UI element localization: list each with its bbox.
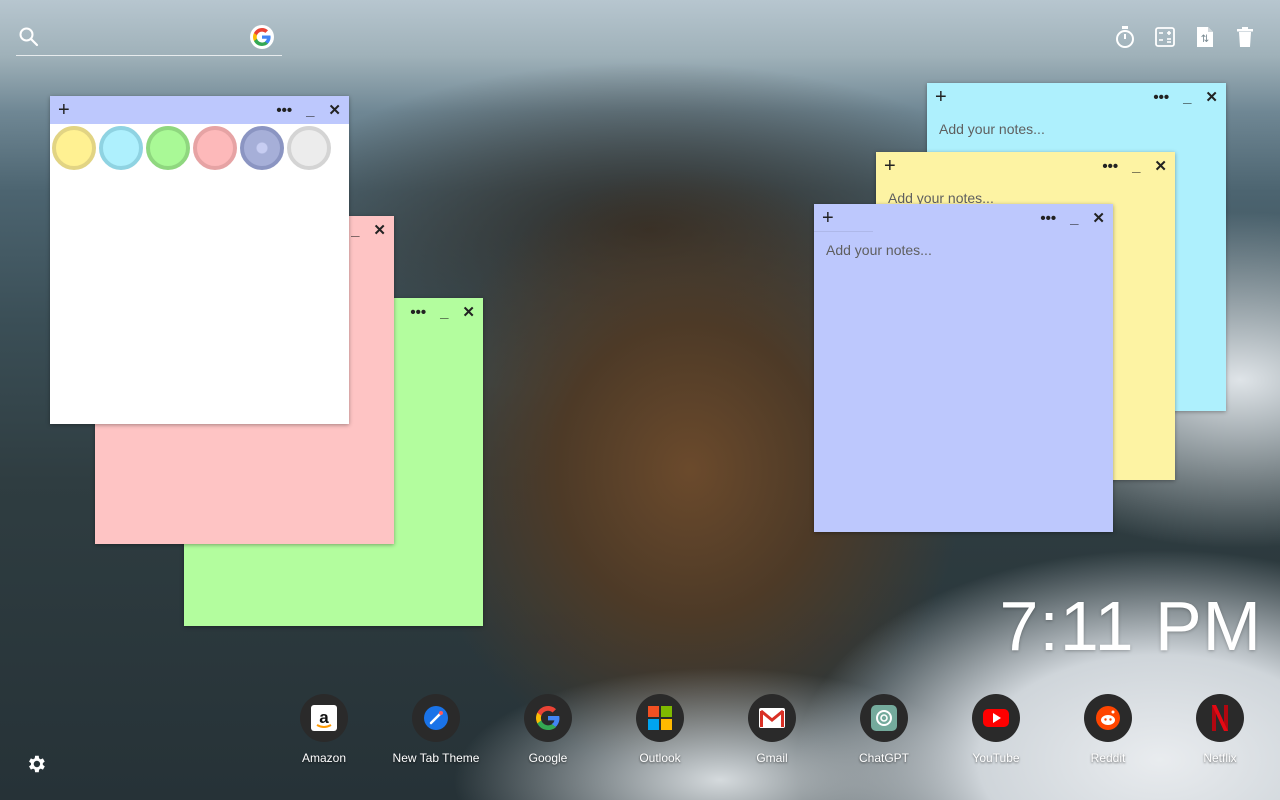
google-icon[interactable] <box>250 25 274 49</box>
color-swatch-green[interactable] <box>146 126 190 170</box>
note-toolbar: + ••• _ ✕ <box>876 152 1175 180</box>
shortcut-label: Netflix <box>1203 751 1237 765</box>
color-swatch-lavender[interactable] <box>240 126 284 170</box>
minimize-button[interactable]: _ <box>306 102 314 119</box>
close-button[interactable]: ✕ <box>373 221 386 239</box>
minimize-button[interactable]: _ <box>1070 210 1078 227</box>
amazon-icon: a <box>300 694 348 742</box>
add-note-button[interactable]: + <box>822 206 834 230</box>
settings-gear-icon[interactable] <box>25 753 47 780</box>
shortcut-label: Reddit <box>1090 751 1126 765</box>
shortcut-google[interactable]: Google <box>492 694 604 765</box>
close-button[interactable]: ✕ <box>462 303 475 321</box>
chatgpt-icon <box>860 694 908 742</box>
shortcut-label: Outlook <box>639 751 681 765</box>
clock: 7:11 PM <box>999 587 1262 665</box>
shortcut-youtube[interactable]: YouTube <box>940 694 1052 765</box>
document-icon[interactable]: ⇅ <box>1194 25 1216 49</box>
color-swatch-blue[interactable] <box>99 126 143 170</box>
outlook-icon <box>636 694 684 742</box>
shortcut-reddit[interactable]: Reddit <box>1052 694 1164 765</box>
shortcut-amazon[interactable]: a Amazon <box>268 694 380 765</box>
more-options-button[interactable]: ••• <box>1040 210 1056 227</box>
svg-text:⇅: ⇅ <box>1201 34 1209 45</box>
shortcut-chatgpt[interactable]: ChatGPT <box>828 694 940 765</box>
search-input[interactable] <box>46 24 250 52</box>
add-note-button[interactable]: + <box>935 85 947 109</box>
reddit-icon <box>1084 694 1132 742</box>
more-options-button[interactable]: ••• <box>1153 89 1169 106</box>
minimize-button[interactable]: _ <box>1132 158 1140 175</box>
google-icon <box>524 694 572 742</box>
close-button[interactable]: ✕ <box>328 101 341 119</box>
calculator-icon[interactable] <box>1154 25 1176 49</box>
sticky-note-white[interactable]: + ••• _ ✕ <box>50 96 349 424</box>
shortcut-label: Google <box>528 751 568 765</box>
sticky-note-lavender[interactable]: + ••• _ ✕ <box>814 204 1113 532</box>
youtube-icon <box>972 694 1020 742</box>
shortcut-new-tab-theme[interactable]: New Tab Theme <box>380 694 492 765</box>
svg-text:a: a <box>319 708 329 727</box>
color-swatch-pink[interactable] <box>193 126 237 170</box>
shortcut-label: ChatGPT <box>858 751 909 765</box>
trash-icon[interactable] <box>1234 25 1256 49</box>
note-toolbar: + ••• _ ✕ <box>814 204 1113 232</box>
color-picker <box>50 124 333 172</box>
color-swatch-yellow[interactable] <box>52 126 96 170</box>
netflix-icon <box>1196 694 1244 742</box>
new-tab-theme-icon <box>412 694 460 742</box>
color-swatch-white[interactable] <box>287 126 331 170</box>
note-textarea[interactable] <box>824 240 1103 522</box>
timer-icon[interactable] <box>1114 25 1136 49</box>
close-button[interactable]: ✕ <box>1205 88 1218 106</box>
search-icon <box>18 26 40 53</box>
note-toolbar: + ••• _ ✕ <box>927 83 1226 111</box>
minimize-button[interactable]: _ <box>1183 89 1191 106</box>
more-options-button[interactable]: ••• <box>276 102 292 119</box>
minimize-button[interactable]: _ <box>440 304 448 321</box>
note-toolbar: + ••• _ ✕ <box>50 96 349 124</box>
minimize-button[interactable]: _ <box>351 222 359 239</box>
top-toolbar: ⇅ <box>1114 25 1256 49</box>
shortcut-label: Amazon <box>301 751 347 765</box>
shortcut-netflix[interactable]: Netflix <box>1164 694 1276 765</box>
add-note-button[interactable]: + <box>884 154 896 178</box>
gmail-icon <box>748 694 796 742</box>
more-options-button[interactable]: ••• <box>410 304 426 321</box>
shortcut-label: Gmail <box>756 751 788 765</box>
shortcut-outlook[interactable]: Outlook <box>604 694 716 765</box>
shortcut-label: YouTube <box>972 751 1020 765</box>
add-note-button[interactable]: + <box>58 98 70 122</box>
close-button[interactable]: ✕ <box>1092 209 1105 227</box>
shortcut-gmail[interactable]: Gmail <box>716 694 828 765</box>
search-bar[interactable] <box>16 22 282 56</box>
shortcut-dock: a Amazon New Tab Theme Google Outlook Gm <box>268 694 1276 765</box>
shortcut-label: New Tab Theme <box>392 751 480 765</box>
more-options-button[interactable]: ••• <box>1102 158 1118 175</box>
close-button[interactable]: ✕ <box>1154 157 1167 175</box>
